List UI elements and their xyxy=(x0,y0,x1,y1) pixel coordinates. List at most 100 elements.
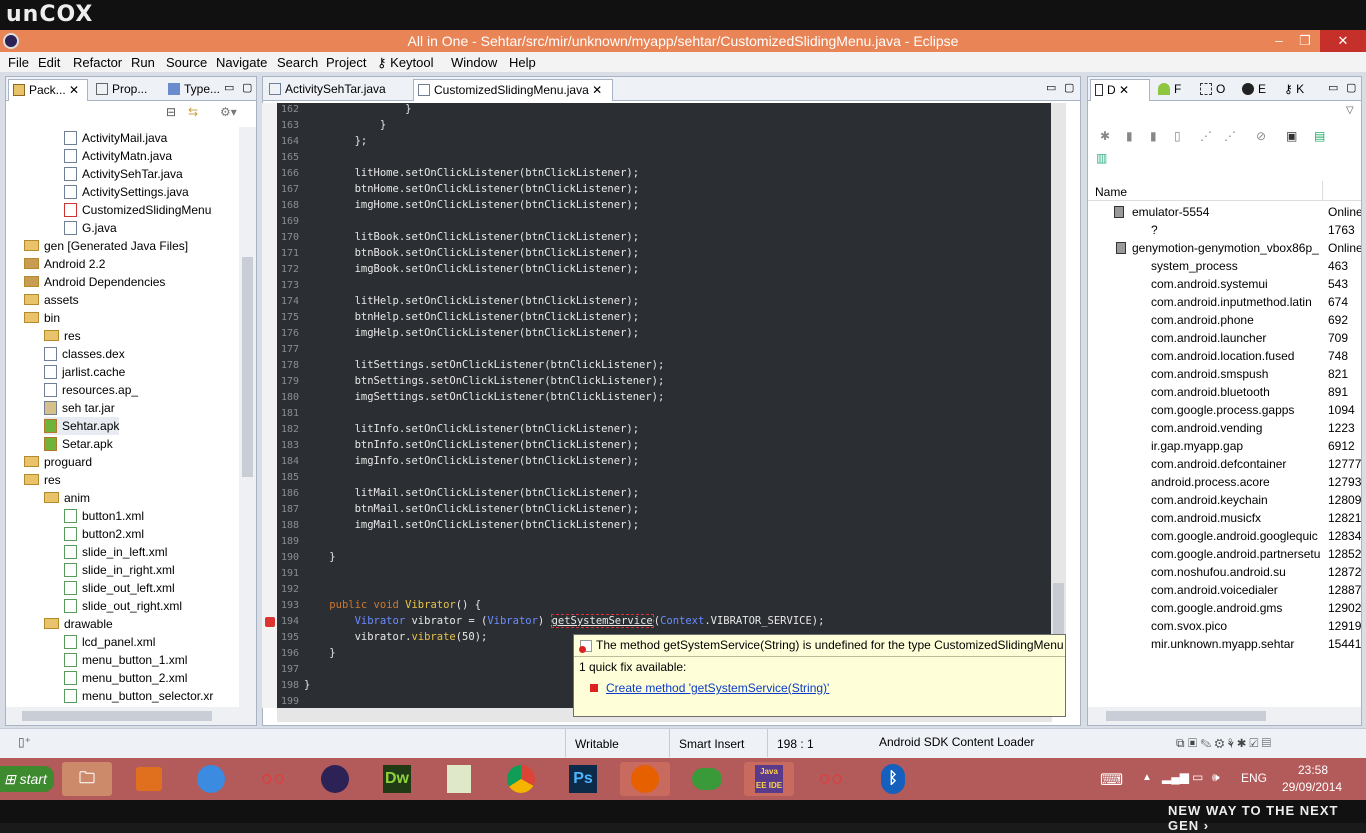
process-row[interactable]: com.android.smspush 821 xyxy=(1088,365,1361,383)
code-line[interactable] xyxy=(304,471,329,483)
code-line[interactable] xyxy=(304,279,329,291)
tree-item[interactable]: menu_button_1.xml xyxy=(64,651,187,669)
code-line[interactable]: imgHome.setOnClickListener(btnClickListe… xyxy=(304,199,639,211)
stop-icon[interactable]: ⊘ xyxy=(1256,129,1266,143)
code-line[interactable]: imgInfo.setOnClickListener(btnClickListe… xyxy=(304,455,639,467)
bluetooth-icon[interactable]: ᛒ xyxy=(868,762,918,796)
code-line[interactable]: btnBook.setOnClickListener(btnClickListe… xyxy=(304,247,639,259)
code-line[interactable]: } xyxy=(304,119,386,131)
minimize-view-icon[interactable]: ▭ xyxy=(224,81,234,94)
code-line[interactable]: btnSettings.setOnClickListener(btnClickL… xyxy=(304,375,665,387)
gc-icon[interactable]: ▯ xyxy=(1174,129,1181,143)
menu-help[interactable]: Help xyxy=(509,55,536,70)
code-line[interactable]: litHelp.setOnClickListener(btnClickListe… xyxy=(304,295,639,307)
menu-run[interactable]: Run xyxy=(131,55,155,70)
tree-item[interactable]: slide_out_left.xml xyxy=(64,579,175,597)
code-line[interactable]: imgMail.setOnClickListener(btnClickListe… xyxy=(304,519,639,531)
method-profiling-icon[interactable]: ⋰ xyxy=(1224,129,1236,143)
battery-icon[interactable]: ▭ xyxy=(1192,770,1203,784)
keyboard-icon[interactable]: ⌨ xyxy=(1100,770,1123,790)
tree-item[interactable]: ActivityMatn.java xyxy=(64,147,172,165)
maximize-button[interactable]: ❐ xyxy=(1290,30,1320,52)
create-method-link[interactable]: Create method 'getSystemService(String)' xyxy=(606,681,829,695)
tree-item[interactable]: res xyxy=(24,471,61,489)
dreamweaver-icon[interactable]: Dw xyxy=(372,762,422,796)
code-line[interactable]: btnInfo.setOnClickListener(btnClickListe… xyxy=(304,439,639,451)
code-line[interactable]: btnHome.setOnClickListener(btnClickListe… xyxy=(304,183,639,195)
tree-item[interactable]: jarlist.cache xyxy=(44,363,125,381)
code-line[interactable]: } xyxy=(304,103,411,115)
code-line[interactable]: } xyxy=(304,679,310,691)
tree-item[interactable]: resources.ap_ xyxy=(44,381,138,399)
trim-stack-icons[interactable]: ⧉ ▣ ✎ ⚙ ⚘ ✱ ☑ ▤ xyxy=(1176,736,1271,751)
tab-devices[interactable]: D ✕ xyxy=(1090,79,1150,101)
systrace-icon[interactable]: ▤ xyxy=(1314,129,1325,143)
tree-item[interactable]: gen [Generated Java Files] xyxy=(24,237,188,255)
process-row[interactable]: com.android.launcher 709 xyxy=(1088,329,1361,347)
menu-navigate[interactable]: Navigate xyxy=(216,55,267,70)
menu-source[interactable]: Source xyxy=(166,55,207,70)
screen-capture-icon[interactable]: ▣ xyxy=(1286,129,1297,143)
code-line[interactable]: litHome.setOnClickListener(btnClickListe… xyxy=(304,167,639,179)
code-line[interactable]: btnMail.setOnClickListener(btnClickListe… xyxy=(304,503,639,515)
tree-item[interactable]: proguard xyxy=(24,453,92,471)
device-row[interactable]: genymotion-genymotion_vbox86p_ Online xyxy=(1088,239,1361,257)
link-editor-icon[interactable]: ⇆ xyxy=(188,105,198,119)
tree-item[interactable]: button2.xml xyxy=(64,525,144,543)
tree-item[interactable]: Android Dependencies xyxy=(24,273,165,291)
close-button[interactable]: ✕ xyxy=(1320,30,1366,52)
menu-search[interactable]: Search xyxy=(277,55,318,70)
devices-hscroll-thumb[interactable] xyxy=(1106,711,1266,721)
process-row[interactable]: ir.gap.myapp.gap 6912 xyxy=(1088,437,1361,455)
tree-item[interactable]: slide_in_right.xml xyxy=(64,561,175,579)
eclipse-icon[interactable] xyxy=(310,762,360,796)
tree-item[interactable]: Android 2.2 xyxy=(24,255,105,273)
start-button[interactable]: ⊞ start xyxy=(0,766,54,792)
tree-item[interactable]: anim xyxy=(44,489,90,507)
process-row[interactable]: com.android.defcontainer 12777 xyxy=(1088,455,1361,473)
dump-hprof-icon[interactable]: ▮ xyxy=(1150,129,1157,143)
tree-item[interactable]: seh tar.jar xyxy=(44,399,115,417)
maximize-view-icon[interactable]: ▢ xyxy=(1064,81,1074,94)
network-icon[interactable]: ▂▄▆ xyxy=(1162,770,1189,784)
process-row[interactable]: com.android.keychain 12809 xyxy=(1088,491,1361,509)
tree-item[interactable]: ActivitySehTar.java xyxy=(64,165,183,183)
code-line[interactable]: litBook.setOnClickListener(btnClickListe… xyxy=(304,231,639,243)
menu-refactor[interactable]: Refactor xyxy=(73,55,122,70)
tree-item[interactable]: menu_button_2.xml xyxy=(64,669,187,687)
code-line[interactable]: Vibrator vibrator = (Vibrator) getSystem… xyxy=(304,614,824,628)
clock-time[interactable]: 23:58 xyxy=(1298,763,1328,777)
close-icon[interactable]: ✕ xyxy=(592,83,602,97)
process-row[interactable]: com.google.process.gapps 1094 xyxy=(1088,401,1361,419)
tree-item[interactable]: button1.xml xyxy=(64,507,144,525)
tree-item[interactable]: bin xyxy=(24,309,60,327)
code-line[interactable] xyxy=(304,567,329,579)
code-line[interactable]: btnHelp.setOnClickListener(btnClickListe… xyxy=(304,311,639,323)
java-ee-icon[interactable]: Java EE IDE xyxy=(744,762,794,796)
device-row[interactable]: emulator-5554 Online xyxy=(1088,203,1361,221)
editor-vscrollbar[interactable] xyxy=(1051,103,1066,708)
code-line[interactable]: litInfo.setOnClickListener(btnClickListe… xyxy=(304,423,639,435)
maximize-view-icon[interactable]: ▢ xyxy=(242,81,252,94)
tree-item[interactable]: ActivityMail.java xyxy=(64,129,167,147)
code-line[interactable] xyxy=(304,695,329,707)
minimize-view-icon[interactable]: ▭ xyxy=(1328,81,1338,94)
tab-customizedslidingmenu[interactable]: CustomizedSlidingMenu.java ✕ xyxy=(413,79,613,101)
close-icon[interactable]: ✕ xyxy=(1119,83,1129,97)
column-divider[interactable] xyxy=(1322,181,1323,201)
process-row[interactable]: com.android.voicedialer 12887 xyxy=(1088,581,1361,599)
process-row[interactable]: com.google.android.partnersetu 12852 xyxy=(1088,545,1361,563)
code-line[interactable]: }; xyxy=(304,135,368,147)
tree-item[interactable]: slide_out_right.xml xyxy=(64,597,182,615)
tree-item[interactable]: lcd_panel.xml xyxy=(64,633,155,651)
tab-properties[interactable]: Prop... xyxy=(92,79,160,101)
tree-item[interactable]: CustomizedSlidingMenu xyxy=(64,201,211,219)
process-row[interactable]: com.android.systemui 543 xyxy=(1088,275,1361,293)
tree-item[interactable]: res xyxy=(44,327,81,345)
code-line[interactable] xyxy=(304,343,329,355)
update-threads-icon[interactable]: ⋰ xyxy=(1200,129,1212,143)
tree-vscrollbar[interactable] xyxy=(239,127,256,707)
process-row[interactable]: com.android.vending 1223 xyxy=(1088,419,1361,437)
collapse-all-icon[interactable]: ⊟ xyxy=(166,105,176,119)
code-line[interactable] xyxy=(304,151,329,163)
